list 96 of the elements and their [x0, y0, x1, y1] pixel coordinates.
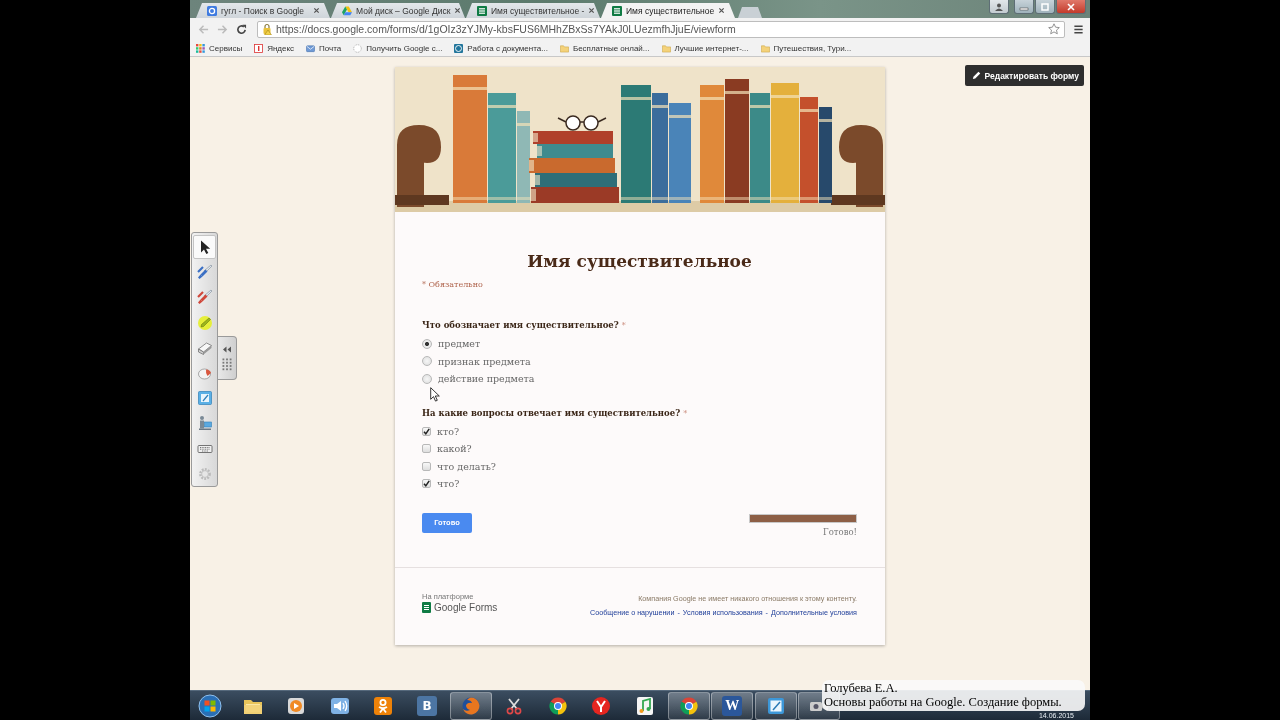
- close-icon[interactable]: [454, 7, 462, 14]
- checkbox[interactable]: [422, 461, 431, 471]
- caption-title: Основы работы на Google. Создание формы.: [824, 695, 1063, 709]
- forms-logo-icon: [422, 601, 431, 613]
- bookmark-item[interactable]: Путешествия, Тури...: [760, 43, 852, 53]
- close-window-button[interactable]: [1056, 0, 1086, 14]
- user-icon: [994, 2, 1004, 11]
- music-note-icon: [634, 695, 655, 716]
- radio-button[interactable]: [422, 338, 432, 349]
- grip-icon: [222, 357, 232, 371]
- drive-triangle-icon: [342, 5, 352, 16]
- radio-button[interactable]: [422, 356, 432, 367]
- collapse-icon: [222, 345, 232, 353]
- option-label[interactable]: что?: [437, 478, 460, 490]
- browser-tab[interactable]: гугл - Поиск в Google: [196, 3, 330, 18]
- app-logo-icon: [591, 695, 612, 716]
- browser-logo-icon: [547, 695, 568, 716]
- start-orb-icon: [198, 693, 222, 718]
- bookmark-item[interactable]: Работа с документа...: [454, 43, 548, 53]
- restore-icon: [1040, 2, 1050, 11]
- question-title: На какие вопросы отвечает имя существительное?: [422, 407, 681, 418]
- checkbox[interactable]: [422, 444, 431, 454]
- minimize-button[interactable]: [1014, 0, 1034, 14]
- speaker-icon: [329, 695, 350, 716]
- bookmark-item[interactable]: Бесплатные онлай...: [559, 43, 650, 53]
- radio-button[interactable]: [422, 373, 432, 384]
- app-tile: В: [416, 695, 437, 716]
- bookmark-item[interactable]: Почта: [306, 43, 342, 53]
- toolbar-handle[interactable]: [218, 336, 237, 380]
- maximize-button[interactable]: [1035, 0, 1055, 14]
- bookmark-item[interactable]: Яндекс: [254, 43, 295, 53]
- browser-tab[interactable]: Имя существительное: [601, 3, 735, 18]
- folder-icon: [760, 43, 770, 53]
- browser-tab[interactable]: Мой диск – Google Диск: [331, 3, 465, 18]
- reload-icon[interactable]: [236, 23, 247, 35]
- taskbar-button[interactable]: [754, 691, 797, 720]
- taskbar-button[interactable]: W: [711, 691, 754, 720]
- note-icon: [765, 695, 786, 716]
- ball-icon: [196, 365, 213, 382]
- user-button[interactable]: [989, 0, 1009, 14]
- option-label[interactable]: какой?: [437, 443, 472, 455]
- option-label[interactable]: действие предмета: [438, 373, 535, 385]
- taskbar-button[interactable]: В: [405, 691, 448, 720]
- person-figure-icon: [373, 695, 394, 716]
- lock-warning-icon: [262, 23, 272, 35]
- taskbar-button[interactable]: [667, 691, 710, 720]
- search-favicon-icon: [207, 5, 217, 16]
- pen-icon: [196, 264, 213, 281]
- question-title: Что обозначает имя существительное?: [422, 320, 619, 330]
- bookmark-star-icon[interactable]: [1048, 23, 1060, 35]
- folder-icon: [559, 43, 569, 53]
- forms-favicon-icon: [477, 5, 487, 16]
- site-tile-icon: [254, 43, 264, 53]
- mouse-cursor-icon: [430, 387, 440, 402]
- close-icon[interactable]: [588, 7, 596, 14]
- bookmark-item[interactable]: Сервисы: [196, 43, 243, 53]
- pencil-icon: [971, 71, 981, 80]
- browser-logo-icon: [678, 695, 699, 716]
- folder-icon: [661, 43, 671, 53]
- required-note: * Обязательно: [422, 280, 484, 289]
- app-tile: W: [722, 695, 743, 716]
- close-icon[interactable]: [718, 7, 726, 14]
- eraser-icon: [196, 339, 213, 356]
- menu-icon[interactable]: [1073, 23, 1084, 35]
- globe-icon: [460, 695, 481, 716]
- forms-favicon-icon: [612, 5, 622, 16]
- settings-icon: [196, 465, 213, 482]
- progress-label: Готово!: [823, 526, 857, 537]
- presenter-icon: [196, 415, 213, 432]
- option-label[interactable]: кто?: [437, 425, 459, 437]
- highlighter-icon: [196, 314, 213, 331]
- caption-author: Голубева Е.А.: [824, 681, 899, 695]
- apps-grid-icon: [196, 43, 205, 53]
- edit-form-button[interactable]: Редактировать форму: [964, 65, 1084, 86]
- option-label[interactable]: признак предмета: [438, 355, 531, 367]
- bookmark-item[interactable]: Лучшие интернет-...: [661, 43, 749, 53]
- blank-page-icon: [353, 43, 363, 53]
- checkbox[interactable]: [422, 426, 431, 436]
- close-icon[interactable]: [313, 7, 320, 14]
- logo-text: Google Forms: [434, 601, 498, 613]
- address-bar[interactable]: https://docs.google.com/forms/d/1gOIz3zYJMy-kbsFUS6MHhZBxSs7YAkJ0LUezmfhJjuE/viewform: [257, 20, 1065, 38]
- play-icon: [286, 695, 307, 716]
- form-title: Имя существительное: [526, 250, 753, 272]
- pen-icon: [196, 289, 213, 306]
- close-icon: [1066, 2, 1076, 11]
- required-mark: *: [683, 408, 688, 418]
- required-mark: *: [621, 321, 626, 330]
- note-icon: [196, 390, 213, 407]
- mail-icon: [306, 43, 316, 53]
- site-icon: [454, 43, 464, 53]
- tool-button[interactable]: [193, 235, 216, 260]
- option-label[interactable]: предмет: [438, 338, 481, 350]
- checkbox[interactable]: [422, 479, 431, 489]
- bookmark-item[interactable]: Получить Google с...: [353, 43, 443, 53]
- option-label[interactable]: что делать?: [437, 460, 496, 472]
- browser-tab[interactable]: Имя существительное -: [466, 3, 600, 18]
